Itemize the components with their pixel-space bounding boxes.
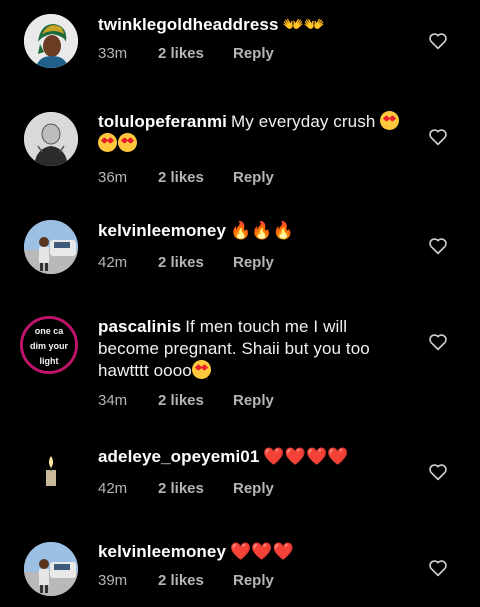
- comment-likes[interactable]: 2 likes: [158, 45, 233, 62]
- comment-meta: 39m 2 likes Reply: [98, 572, 416, 589]
- avatar-sketch-portrait-icon: [24, 112, 78, 166]
- comment-likes[interactable]: 2 likes: [158, 169, 233, 186]
- reply-button[interactable]: Reply: [233, 572, 274, 589]
- comment-time: 36m: [98, 169, 128, 186]
- comment-username[interactable]: adeleye_opeyemi01: [98, 447, 259, 466]
- avatar-candle-icon: [24, 444, 78, 498]
- comment-text: kelvinleemoney ❤️❤️❤️: [98, 541, 416, 563]
- comment-likes[interactable]: 2 likes: [158, 254, 233, 271]
- comment-likes[interactable]: 2 likes: [158, 480, 233, 497]
- comment-time: 42m: [98, 480, 128, 497]
- avatar[interactable]: [24, 14, 78, 68]
- comment-username[interactable]: kelvinleemoney: [98, 542, 226, 561]
- reply-button[interactable]: Reply: [233, 480, 274, 497]
- avatar-text-ring-icon: one ca dim your light: [23, 319, 75, 371]
- avatar[interactable]: [24, 112, 78, 166]
- comment-username[interactable]: kelvinleemoney: [98, 221, 226, 240]
- comment-meta: 42m 2 likes Reply: [98, 480, 416, 497]
- comment-meta: 34m 2 likes Reply: [98, 392, 398, 409]
- heart-eyes-emoji-icon: [191, 360, 211, 379]
- comment-likes[interactable]: 2 likes: [158, 572, 233, 589]
- reply-button[interactable]: Reply: [233, 392, 274, 409]
- reply-button[interactable]: Reply: [233, 45, 274, 62]
- comment-likes[interactable]: 2 likes: [158, 392, 233, 409]
- avatar-woman-headwrap-icon: [24, 14, 78, 68]
- comment-username[interactable]: pascalinis: [98, 317, 181, 336]
- avatar[interactable]: [24, 542, 78, 596]
- heart-eyes-emoji-icon: [118, 133, 137, 152]
- heart-eyes-emoji-icon: [380, 111, 400, 130]
- reply-button[interactable]: Reply: [233, 254, 274, 271]
- heart-outline-icon[interactable]: [428, 32, 448, 50]
- reply-button[interactable]: Reply: [233, 169, 274, 186]
- comment-username[interactable]: tolulopeferanmi: [98, 112, 227, 131]
- comment-text: twinklegoldheaddress 👐👐: [98, 14, 416, 36]
- comment-time: 42m: [98, 254, 128, 271]
- comment-emojis: ❤️❤️❤️: [230, 542, 294, 562]
- avatar[interactable]: [24, 444, 78, 498]
- heart-outline-icon[interactable]: [428, 333, 448, 351]
- comment-emojis: ❤️❤️❤️❤️: [263, 447, 349, 467]
- comment-text: pascalinis If men touch me I will become …: [98, 316, 398, 382]
- comment-meta: 36m 2 likes Reply: [98, 169, 416, 186]
- comment-text: kelvinleemoney 🔥🔥🔥: [98, 220, 416, 242]
- comment-body: My everyday crush: [231, 112, 376, 131]
- avatar-man-car-icon: [24, 542, 78, 596]
- avatar-text-line: light: [40, 356, 59, 366]
- comment-emojis: 👐👐: [282, 15, 326, 35]
- heart-eyes-emoji-icon: [98, 133, 117, 152]
- avatar-text-line: one ca: [35, 326, 65, 336]
- comment-time: 34m: [98, 392, 128, 409]
- comment-emojis: 🔥🔥🔥: [230, 221, 294, 241]
- avatar[interactable]: [24, 220, 78, 274]
- heart-outline-icon[interactable]: [428, 463, 448, 481]
- heart-outline-icon[interactable]: [428, 128, 448, 146]
- avatar[interactable]: one ca dim your light: [20, 316, 78, 374]
- comment-time: 33m: [98, 45, 128, 62]
- avatar-text-line: dim your: [30, 341, 69, 351]
- comment-time: 39m: [98, 572, 128, 589]
- comment-meta: 33m 2 likes Reply: [98, 45, 416, 62]
- comment-text: adeleye_opeyemi01 ❤️❤️❤️❤️: [98, 446, 416, 468]
- avatar-man-car-icon: [24, 220, 78, 274]
- heart-outline-icon[interactable]: [428, 559, 448, 577]
- comment-username[interactable]: twinklegoldheaddress: [98, 15, 279, 34]
- comment-text: tolulopeferanmi My everyday crush: [98, 111, 416, 155]
- comment-meta: 42m 2 likes Reply: [98, 254, 416, 271]
- heart-outline-icon[interactable]: [428, 237, 448, 255]
